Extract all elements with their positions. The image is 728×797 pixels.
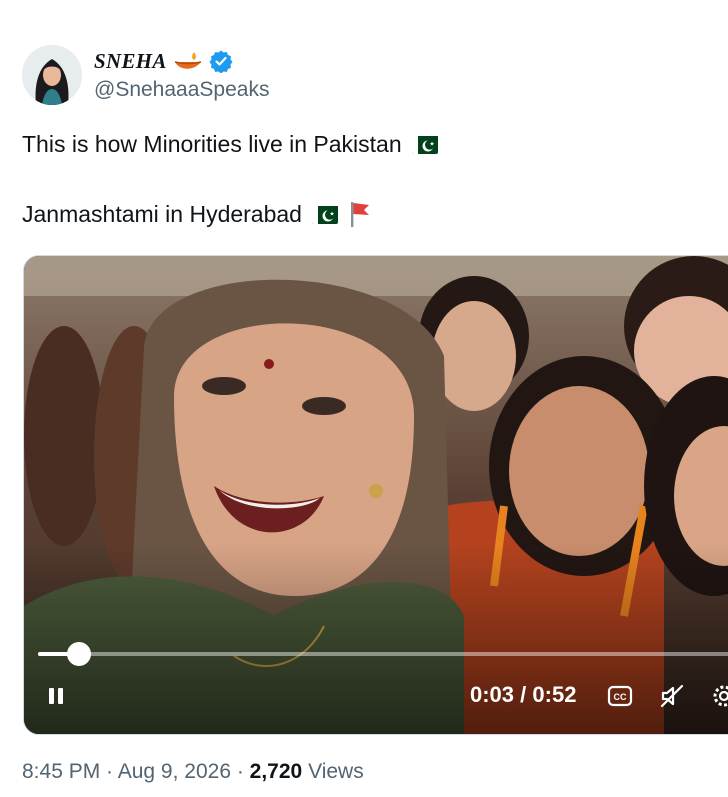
red-flag-icon [348,200,372,228]
muted-speaker-icon[interactable] [658,682,686,710]
tweet-text: This is how Minorities live in Pakistan [22,131,402,157]
diya-lamp-icon [174,52,201,69]
post-time[interactable]: 8:45 PM [22,760,100,783]
pause-icon[interactable] [46,686,66,706]
current-time: 0:03 [470,682,515,707]
tweet-text: Janmashtami in Hyderabad [22,201,302,227]
tweet-text-line-1: This is how Minorities live in Pakistan [22,130,438,158]
video-scrubber-handle[interactable] [67,642,92,666]
separator-dot: · [100,760,118,783]
avatar[interactable] [22,45,82,105]
video-timestamp: 0:03 / 0:52 [470,682,576,708]
video-player[interactable]: 0:03 / 0:52 CC [23,255,728,735]
verified-badge-icon[interactable] [209,49,233,73]
views-count: 2,720 [249,760,303,783]
display-name[interactable]: SNEHA [94,49,167,74]
video-frame [24,256,728,734]
tweet-meta: 8:45 PM · Aug 9, 2026 · 2,720 Views [22,760,364,784]
tweet-text-line-2: Janmashtami in Hyderabad [22,200,372,228]
user-handle[interactable]: @SnehaaaSpeaks [94,78,269,102]
post-date[interactable]: Aug 9, 2026 [118,760,231,783]
separator-dot: · [231,760,250,783]
time-separator: / [514,682,533,707]
views-label: Views [302,760,364,783]
pakistan-flag-icon [311,204,338,224]
video-progress-bar[interactable] [38,642,728,666]
avatar-illustration [22,45,82,105]
captions-icon[interactable]: CC [606,682,634,710]
tweet-header: SNEHA @SnehaaaSpeaks [22,44,269,106]
duration: 0:52 [532,682,577,707]
video-controls: 0:03 / 0:52 CC [24,664,728,734]
svg-text:CC: CC [614,692,627,702]
pakistan-flag-icon [411,134,438,154]
settings-gear-icon[interactable] [710,682,728,710]
